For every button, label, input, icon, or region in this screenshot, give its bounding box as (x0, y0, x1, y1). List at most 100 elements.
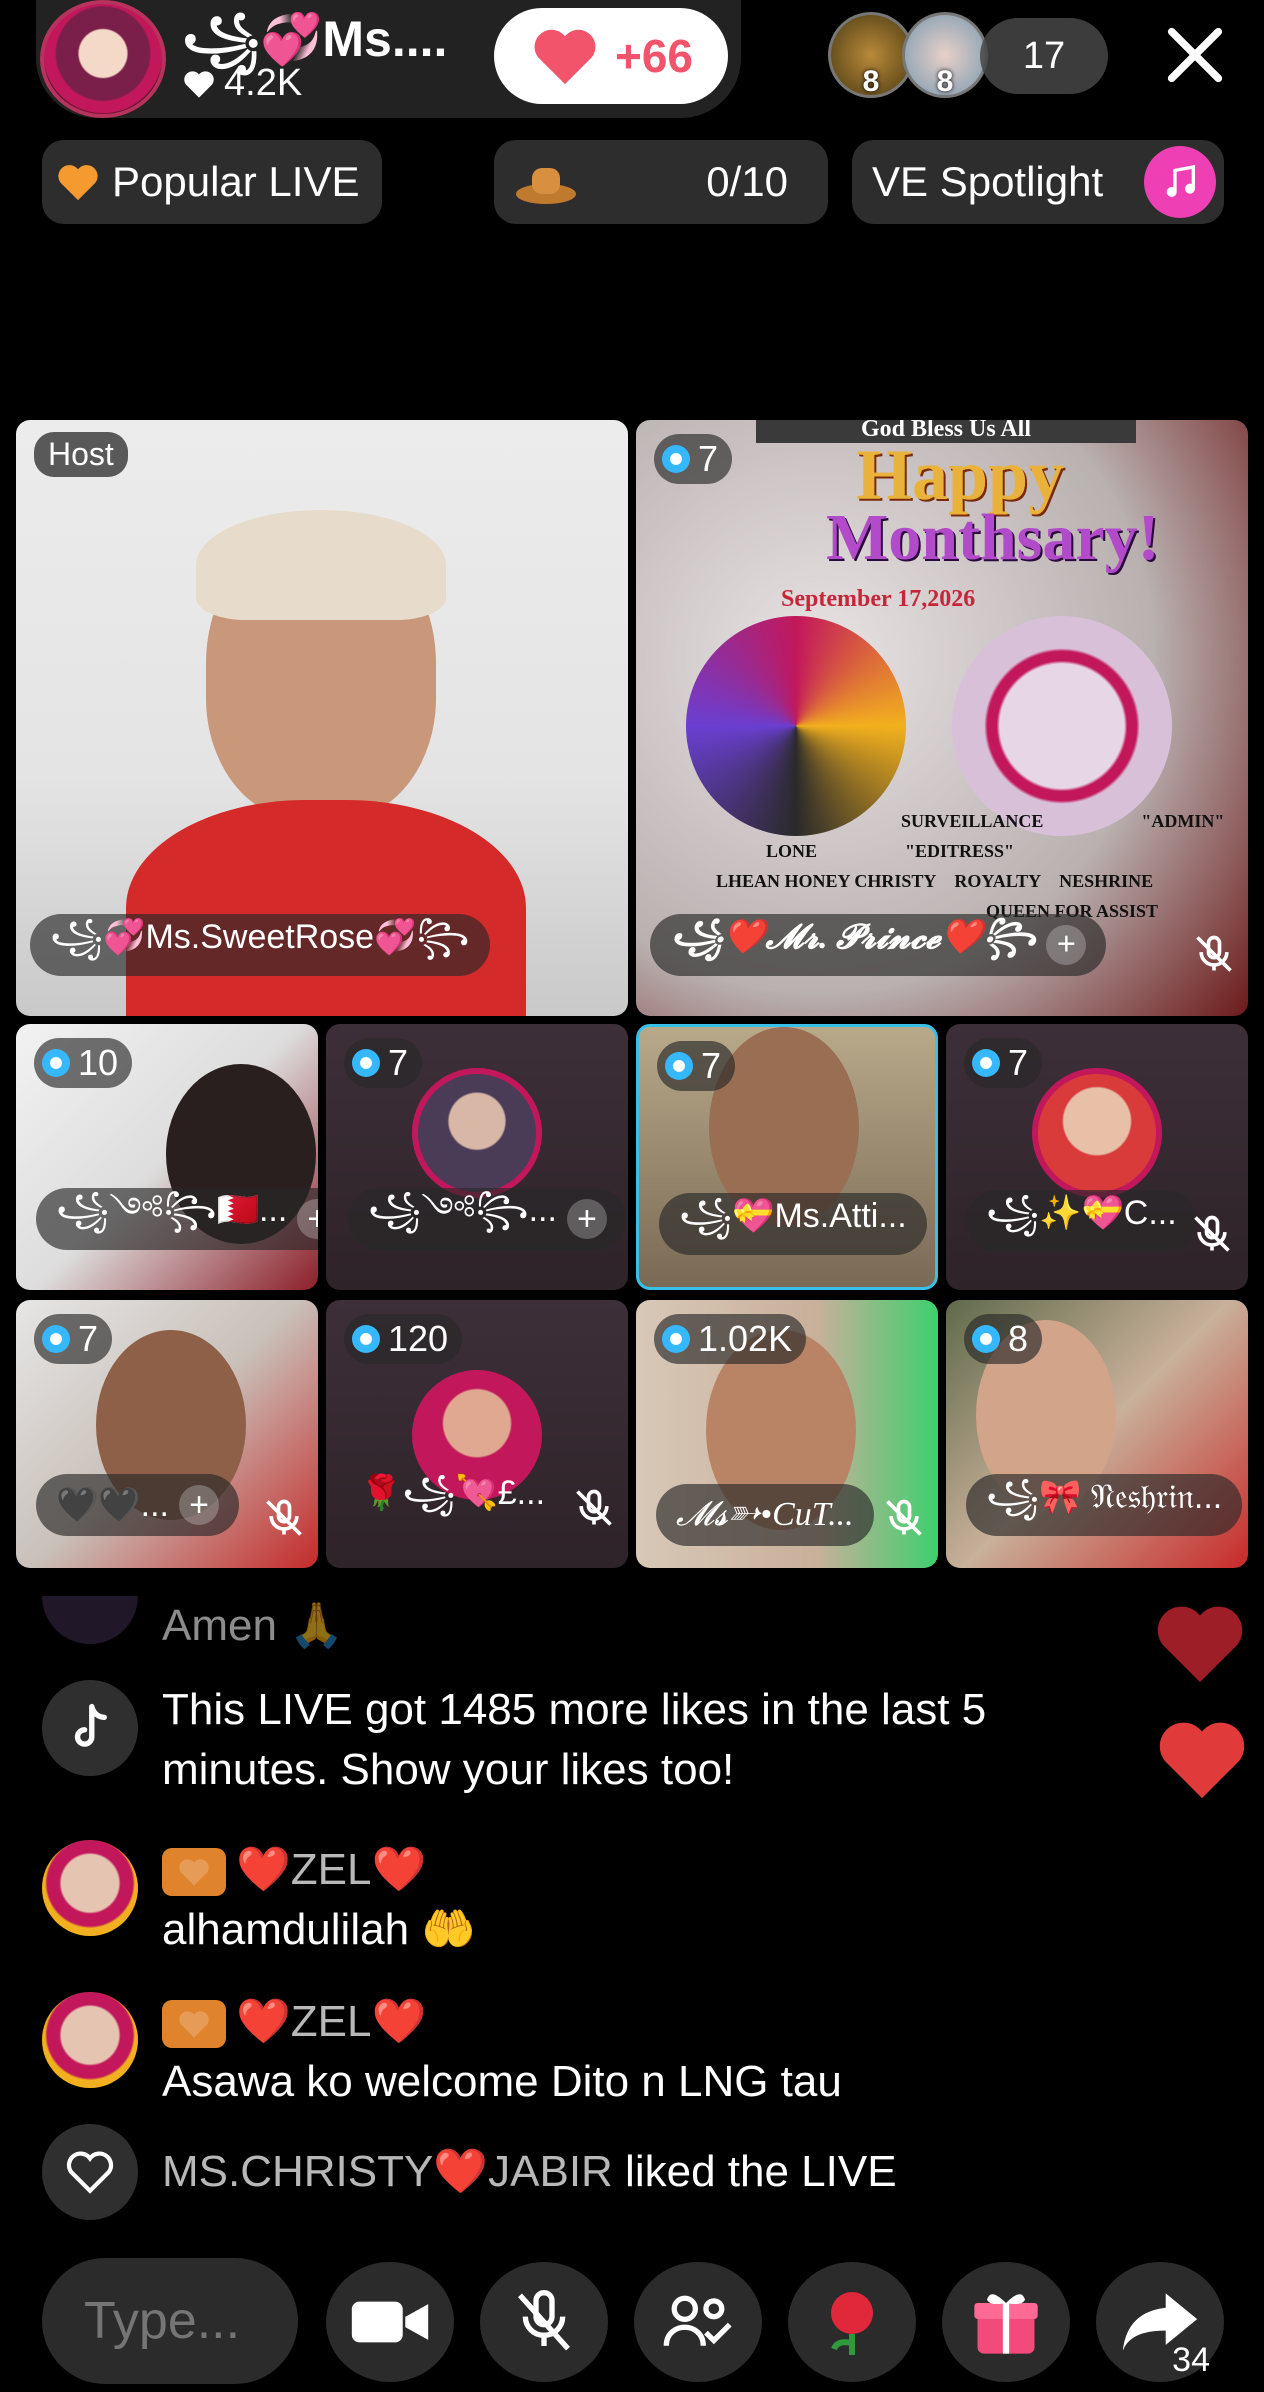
mic-muted-icon (1194, 1215, 1230, 1252)
viewer-rank: 8 (862, 65, 880, 98)
rose-gift-button[interactable] (788, 2262, 916, 2382)
co-host-button[interactable] (634, 2262, 762, 2382)
share-button[interactable]: 34 (1096, 2262, 1224, 2382)
ve-spotlight-banner[interactable]: VE Spotlight (852, 140, 1224, 224)
chat-message-body: ❤️ZEL❤️ Asawa ko welcome Dito n LNG tau (162, 1992, 842, 2112)
gift-button[interactable] (942, 2262, 1070, 2382)
guest-avatar (1032, 1068, 1162, 1198)
flame-heart-icon (58, 165, 98, 201)
chat-like-text: liked the LIVE (612, 2147, 897, 2196)
popular-live-label: Popular LIVE (112, 158, 360, 205)
gift-icon (974, 2294, 1038, 2354)
host-video-tile[interactable]: Host ꧁💞Ms.SweetRose💞꧂ (16, 420, 628, 1016)
like-gain-button[interactable]: +66 (494, 8, 728, 104)
chat-message-text: MS.CHRISTY❤️JABIR liked the LIVE (162, 2142, 897, 2202)
level-badge: 7 (344, 1038, 423, 1088)
level-badge: 7 (654, 434, 733, 484)
level-value: 10 (78, 1042, 119, 1083)
viewer-count[interactable]: 17 (980, 18, 1108, 94)
share-count: 34 (1172, 2341, 1210, 2379)
mic-muted-icon (266, 1499, 302, 1536)
poster-label: ROYALTY (954, 871, 1042, 891)
level-badge: 8 (964, 1314, 1043, 1364)
chat-like-notice: MS.CHRISTY❤️JABIR liked the LIVE (42, 2124, 897, 2220)
guest-video-tile[interactable]: 1.02K 𝓜𝓼➳•CuT... (636, 1300, 938, 1568)
chat-message: Amen 🙏 (42, 1596, 344, 1656)
poster-title2: Monthsary! (826, 501, 1160, 574)
guests-icon (663, 2295, 732, 2347)
comment-input[interactable] (42, 2258, 298, 2384)
mic-muted-icon (576, 1489, 612, 1526)
tile-name: ꧁💞Ms.SweetRose💞꧂ (30, 914, 490, 976)
level-badge: 120 (344, 1314, 463, 1364)
gift-goal-progress: 0/10 (706, 158, 788, 205)
guest-video-tile[interactable]: 10 ꧁༺꧂🇧🇭... + (16, 1024, 318, 1290)
poster-label: SURVEILLANCE (901, 811, 1044, 831)
heart-icon (184, 70, 214, 98)
chat-username[interactable]: MS.CHRISTY❤️JABIR (162, 2147, 613, 2196)
guest-video-tile[interactable]: 120 🌹꧁💘£... (326, 1300, 628, 1568)
level-badge: 7 (657, 1041, 736, 1091)
level-value: 7 (78, 1318, 99, 1359)
level-value: 8 (1008, 1318, 1029, 1359)
heart-outline-icon (42, 2124, 138, 2220)
guest-video-tile[interactable]: 7 🖤🖤... + (16, 1300, 318, 1568)
close-icon[interactable] (1160, 20, 1230, 90)
level-badge: 7 (34, 1314, 113, 1364)
tile-name: ꧁✨💝C... (966, 1190, 1197, 1252)
like-gain-value: +66 (614, 30, 694, 82)
chat-message-text: alhamdulilah 🤲 (162, 1905, 477, 1954)
chat-avatar[interactable] (42, 1596, 138, 1644)
headband (196, 510, 446, 620)
tile-name: ꧁🎀 𝔑𝔢𝔰𝔥𝔯𝔦𝔫... (966, 1474, 1243, 1536)
level-value: 7 (698, 438, 719, 479)
fan-badge-icon (162, 2000, 226, 2049)
mic-button[interactable] (480, 2262, 608, 2382)
floating-heart-icon (1159, 1722, 1245, 1799)
level-badge: 1.02K (654, 1314, 807, 1364)
mic-muted-icon (886, 1499, 922, 1536)
poster-label: "EDITRESS" (905, 841, 1015, 861)
add-icon[interactable]: + (297, 1199, 318, 1239)
chat-avatar[interactable] (42, 1840, 138, 1936)
viewer-avatar[interactable]: 8 (902, 12, 988, 98)
tile-name: ꧁💝Ms.Atti... (659, 1193, 927, 1255)
chat-message-text: Asawa ko welcome Dito n LNG tau (162, 2057, 842, 2106)
tiktok-icon (42, 1680, 138, 1776)
level-value: 1.02K (698, 1318, 793, 1359)
chat-message: ❤️ZEL❤️ Asawa ko welcome Dito n LNG tau (42, 1992, 842, 2112)
tile-name: 🖤🖤... (56, 1486, 170, 1524)
host-likes-value: 4.2K (224, 62, 303, 104)
poster-label: "ADMIN" (1141, 811, 1225, 831)
chat-username[interactable]: ❤️ZEL❤️ (236, 1845, 426, 1894)
popular-live-banner[interactable]: Popular LIVE (42, 140, 382, 224)
add-icon[interactable]: + (179, 1485, 220, 1525)
add-icon[interactable]: + (566, 1199, 607, 1239)
tile-name: ꧁❤️𝓜𝓻. 𝓟𝓻𝓲𝓷𝓬𝓮❤️꧂ (670, 918, 1037, 956)
poster-label: NESHRINE (1059, 871, 1154, 891)
host-likes: 4.2K (182, 62, 302, 105)
host-avatar[interactable] (40, 0, 166, 118)
guest-video-tile-poster[interactable]: God Bless Us All Happy Monthsary! Septem… (636, 420, 1248, 1016)
guest-video-tile-active[interactable]: 7 ꧁💝Ms.Atti... (636, 1024, 938, 1290)
chat-avatar[interactable] (42, 1992, 138, 2088)
poster-team-circle (952, 616, 1172, 836)
add-icon[interactable]: + (1046, 925, 1087, 965)
camera-button[interactable] (326, 2262, 454, 2382)
guest-video-tile[interactable]: 7 ꧁༺꧂... + (326, 1024, 628, 1290)
host-tag: Host (34, 432, 128, 477)
gift-goal-banner[interactable]: 0/10 (494, 140, 828, 224)
level-value: 7 (701, 1045, 722, 1086)
tile-name-row: 🖤🖤... + (36, 1474, 240, 1536)
chat-message-text: This LIVE got 1485 more likes in the las… (162, 1685, 987, 1794)
tile-name-row: ꧁❤️𝓜𝓻. 𝓟𝓻𝓲𝓷𝓬𝓮❤️꧂ + (650, 914, 1107, 976)
poster-labels: SURVEILLANCE "ADMIN" LONE "EDITRESS" LHE… (656, 808, 1236, 924)
fan-badge-icon (162, 1848, 226, 1897)
guest-video-tile[interactable]: 8 ꧁🎀 𝔑𝔢𝔰𝔥𝔯𝔦𝔫... (946, 1300, 1248, 1568)
level-badge: 7 (964, 1038, 1043, 1088)
top-viewers[interactable]: 8 8 (828, 12, 992, 102)
mic-muted-icon (518, 2290, 570, 2351)
chat-username[interactable]: ❤️ZEL❤️ (236, 1997, 426, 2046)
floating-heart-icon (1157, 1606, 1243, 1683)
guest-video-tile[interactable]: 7 ꧁✨💝C... (946, 1024, 1248, 1290)
